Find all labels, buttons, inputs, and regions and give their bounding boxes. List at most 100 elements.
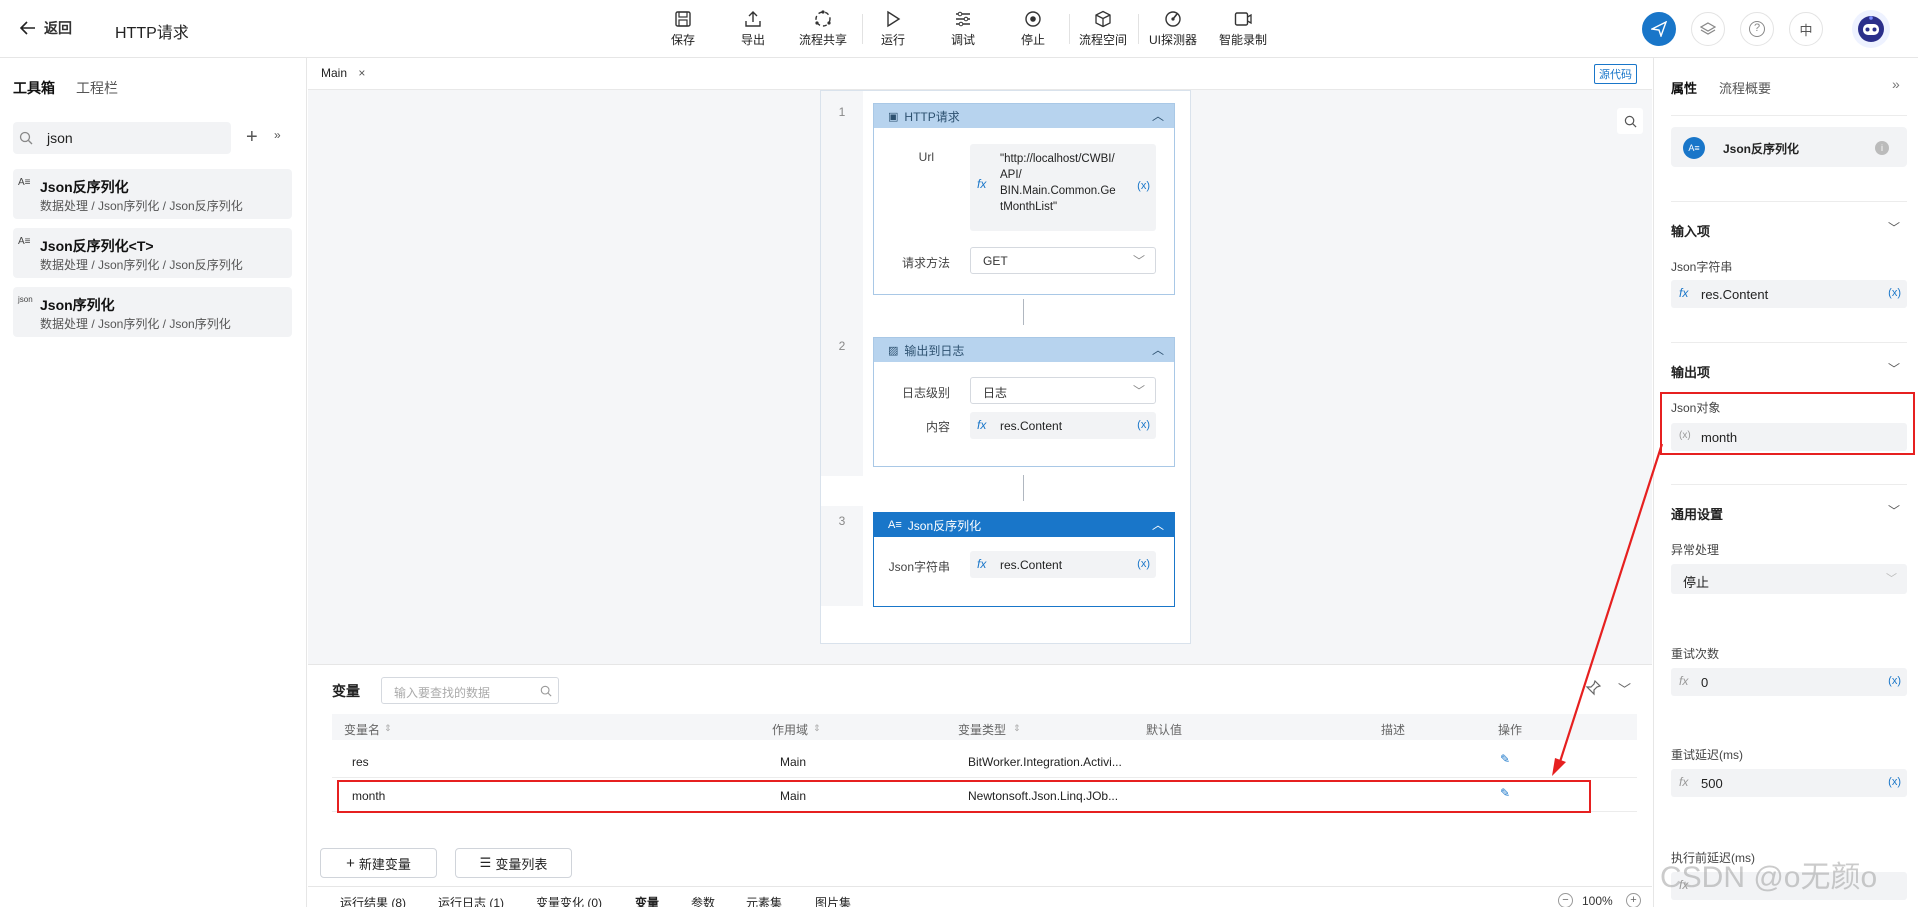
back-button[interactable]: 返回 xyxy=(20,18,72,38)
json-string-field[interactable]: fx res.Content (x) xyxy=(970,551,1156,578)
chevron-down-icon[interactable]: ﹀ xyxy=(1888,502,1900,519)
save-label: 保存 xyxy=(670,33,695,47)
tool-item-title: Json反序列化<T> xyxy=(40,238,154,254)
variables-title: 变量 xyxy=(332,683,360,699)
log-level-value: 日志 xyxy=(983,386,1008,400)
send-button[interactable] xyxy=(1642,12,1676,46)
variable-picker-icon[interactable]: (x) xyxy=(1137,419,1150,431)
export-button[interactable]: 导出 xyxy=(718,10,788,48)
tab-variables[interactable]: 变量 xyxy=(635,894,659,907)
edit-icon[interactable]: ✎ xyxy=(1500,752,1510,766)
zoom-out-button[interactable]: − xyxy=(1558,893,1573,907)
highlight-box-output xyxy=(1660,392,1915,455)
collapse-icon[interactable]: ︿ xyxy=(1152,516,1164,533)
run-label: 运行 xyxy=(880,33,905,47)
error-handling-select[interactable]: 停止 ﹀ xyxy=(1671,564,1907,594)
col-name[interactable]: 变量名 xyxy=(344,721,380,738)
variable-picker-icon[interactable]: (x) xyxy=(1888,287,1901,299)
save-icon xyxy=(675,11,691,27)
col-description: 描述 xyxy=(1381,723,1406,737)
activity-header[interactable]: A≡ Json反序列化 ︿ xyxy=(874,513,1174,537)
collapse-icon[interactable]: ︿ xyxy=(1152,107,1164,124)
zoom-in-button[interactable]: + xyxy=(1626,893,1641,907)
ui-detector-button[interactable]: UI探测器 xyxy=(1138,10,1208,48)
variable-picker-icon[interactable]: (x) xyxy=(1888,675,1901,687)
json-serialize-icon: json xyxy=(18,295,33,304)
output-section-title[interactable]: 输出项 xyxy=(1671,362,1710,381)
tab-main[interactable]: Main × xyxy=(321,66,365,80)
search-input[interactable]: json xyxy=(47,130,73,146)
activity-json-deserialize[interactable]: A≡ Json反序列化 ︿ Json字符串 fx res.Content (x) xyxy=(873,512,1175,607)
retry-delay-field[interactable]: fx 500 (x) xyxy=(1671,769,1907,797)
general-section-title[interactable]: 通用设置 xyxy=(1671,504,1723,523)
expand-button[interactable]: » xyxy=(274,128,281,142)
tab-images[interactable]: 图片集 xyxy=(815,894,851,907)
col-type[interactable]: 变量类型 xyxy=(958,721,1006,738)
sort-icon[interactable]: ⇕ xyxy=(384,723,392,734)
stop-button[interactable]: 停止 xyxy=(998,10,1068,48)
variable-search-input[interactable]: 输入要查找的数据 xyxy=(394,684,490,701)
share-button[interactable]: 流程共享 xyxy=(788,10,858,48)
log-level-select[interactable]: 日志 ﹀ xyxy=(970,377,1156,404)
close-icon[interactable]: × xyxy=(358,66,365,80)
add-button[interactable]: + xyxy=(246,126,258,149)
activity-header[interactable]: ▣ HTTP请求 ︿ xyxy=(874,104,1174,128)
info-icon[interactable]: i xyxy=(1875,141,1889,155)
json-string-field[interactable]: fx res.Content (x) xyxy=(1671,280,1907,308)
sort-icon[interactable]: ⇕ xyxy=(813,723,821,734)
tool-item-json-serialize[interactable]: json Json序列化 数据处理 / Json序列化 / Json序列化 xyxy=(13,287,292,337)
variable-list-button[interactable]: ☰ 变量列表 xyxy=(455,848,572,878)
chevron-down-icon[interactable]: ﹀ xyxy=(1888,360,1900,377)
chevron-down-icon[interactable]: ﹀ xyxy=(1888,219,1900,236)
new-variable-button[interactable]: + 新建变量 xyxy=(320,848,437,878)
tab-elements[interactable]: 元素集 xyxy=(746,894,782,907)
tool-item-json-deserialize-generic[interactable]: A≡ Json反序列化<T> 数据处理 / Json序列化 / Json反序列化 xyxy=(13,228,292,278)
layers-button[interactable] xyxy=(1691,12,1725,46)
content-value: res.Content xyxy=(1000,419,1063,433)
run-icon xyxy=(887,10,901,28)
variable-picker-icon[interactable]: (x) xyxy=(1888,776,1901,788)
retry-delay-label: 重试延迟(ms) xyxy=(1671,748,1743,762)
collapse-panel-icon[interactable]: » xyxy=(1892,76,1900,92)
tab-toolbox[interactable]: 工具箱 xyxy=(13,78,55,98)
method-select[interactable]: GET ﹀ xyxy=(970,247,1156,274)
tool-item-json-deserialize[interactable]: A≡ Json反序列化 数据处理 / Json序列化 / Json反序列化 xyxy=(13,169,292,219)
variable-search[interactable]: 输入要查找的数据 xyxy=(381,677,559,704)
language-button[interactable]: 中 xyxy=(1789,12,1823,46)
smart-record-button[interactable]: 智能录制 xyxy=(1208,10,1278,48)
url-field[interactable]: fx "http://localhost/CWBI/ API/ BIN.Main… xyxy=(970,144,1156,231)
tab-run-results[interactable]: 运行结果 (8) xyxy=(340,894,406,907)
toolbox-search[interactable]: json xyxy=(13,122,231,154)
variable-picker-icon[interactable]: (x) xyxy=(1137,558,1150,570)
var-scope[interactable]: Main xyxy=(780,755,806,769)
col-scope[interactable]: 作用域 xyxy=(772,721,808,738)
plus-icon: + xyxy=(246,126,258,148)
help-button[interactable]: ? xyxy=(1740,12,1774,46)
var-type[interactable]: BitWorker.Integration.Activi... xyxy=(968,755,1122,769)
process-space-button[interactable]: 流程空间 xyxy=(1068,10,1138,48)
retry-count-field[interactable]: fx 0 (x) xyxy=(1671,668,1907,696)
input-section-title[interactable]: 输入项 xyxy=(1671,221,1710,240)
debug-button[interactable]: 调试 xyxy=(928,10,998,48)
activity-header[interactable]: ▨ 输出到日志 ︿ xyxy=(874,338,1174,362)
tab-properties[interactable]: 属性 xyxy=(1671,78,1697,97)
tab-project[interactable]: 工程栏 xyxy=(76,78,118,98)
source-code-button[interactable]: 源代码 xyxy=(1594,64,1637,84)
back-label: 返回 xyxy=(44,20,72,36)
var-name[interactable]: res xyxy=(352,755,369,769)
save-button[interactable]: 保存 xyxy=(648,10,718,48)
tab-run-log[interactable]: 运行日志 (1) xyxy=(438,894,504,907)
canvas-search-button[interactable] xyxy=(1617,108,1643,134)
activity-http-request[interactable]: ▣ HTTP请求 ︿ Url fx "http://localhost/CWBI… xyxy=(873,103,1175,295)
connector-line xyxy=(1023,299,1024,325)
run-button[interactable]: 运行 xyxy=(858,10,928,48)
collapse-icon[interactable]: ︿ xyxy=(1152,341,1164,358)
tab-process-overview[interactable]: 流程概要 xyxy=(1719,78,1771,97)
sort-icon[interactable]: ⇕ xyxy=(1013,723,1021,734)
tab-parameters[interactable]: 参数 xyxy=(691,894,715,907)
tab-variable-changes[interactable]: 变量变化 (0) xyxy=(536,894,602,907)
content-field[interactable]: fx res.Content (x) xyxy=(970,412,1156,439)
avatar[interactable] xyxy=(1852,10,1890,48)
activity-log-output[interactable]: ▨ 输出到日志 ︿ 日志级别 日志 ﹀ 内容 fx res.Content (x… xyxy=(873,337,1175,467)
variable-picker-icon[interactable]: (x) xyxy=(1137,180,1150,192)
